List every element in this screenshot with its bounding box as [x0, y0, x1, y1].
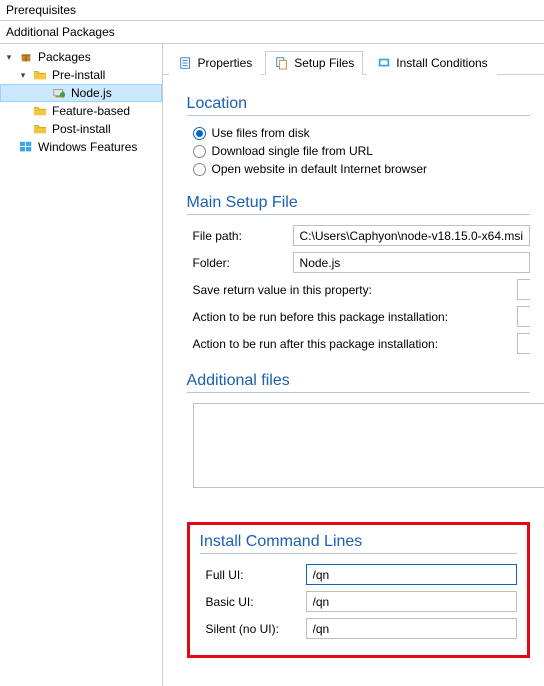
tree-item-pre-install[interactable]: ▾ Pre-install — [0, 66, 162, 84]
section-main-setup: Main Setup File — [187, 194, 530, 215]
additional-files-list[interactable] — [193, 403, 544, 488]
radio-icon — [193, 127, 206, 140]
folder-icon — [32, 121, 48, 137]
tree-item-feature-based[interactable]: Feature-based — [0, 102, 162, 120]
page-title-prerequisites: Prerequisites — [0, 0, 544, 21]
radio-download-url[interactable]: Download single file from URL — [193, 144, 530, 158]
basic-ui-label: Basic UI: — [206, 595, 306, 609]
tree-item-nodejs[interactable]: Node.js — [0, 84, 162, 102]
file-path-label: File path: — [193, 229, 293, 243]
section-additional-files: Additional files — [187, 372, 530, 393]
component-icon — [51, 85, 67, 101]
tab-label: Install Conditions — [396, 56, 487, 70]
before-action-input[interactable] — [517, 306, 530, 327]
page-title-additional-packages: Additional Packages — [0, 21, 544, 44]
radio-label: Open website in default Internet browser — [212, 162, 427, 176]
radio-label: Use files from disk — [212, 126, 310, 140]
tab-install-conditions[interactable]: Install Conditions — [367, 51, 496, 75]
folder-label: Folder: — [193, 256, 293, 270]
radio-use-files-disk[interactable]: Use files from disk — [193, 126, 530, 140]
silent-ui-input[interactable] — [306, 618, 517, 639]
folder-icon — [32, 103, 48, 119]
full-ui-label: Full UI: — [206, 568, 306, 582]
silent-ui-label: Silent (no UI): — [206, 622, 306, 636]
radio-icon — [193, 145, 206, 158]
setup-files-icon — [274, 55, 290, 71]
basic-ui-input[interactable] — [306, 591, 517, 612]
tree-label: Node.js — [71, 86, 112, 100]
full-ui-input[interactable] — [306, 564, 517, 585]
file-path-input[interactable]: C:\Users\Caphyon\node-v18.15.0-x64.msi — [293, 225, 530, 246]
folder-input[interactable]: Node.js — [293, 252, 530, 273]
before-action-label: Action to be run before this package ins… — [193, 310, 463, 324]
tree-pane: ▾ Packages ▾ Pre-install — [0, 44, 163, 686]
package-icon — [18, 49, 34, 65]
tree-item-packages[interactable]: ▾ Packages — [0, 48, 162, 66]
install-conditions-icon — [376, 55, 392, 71]
tab-bar: Properties Setup Files Install Condition… — [163, 44, 544, 75]
after-action-label: Action to be run after this package inst… — [193, 337, 463, 351]
caret-down-icon: ▾ — [18, 70, 28, 81]
tree-item-windows-features[interactable]: Windows Features — [0, 138, 162, 156]
tree-label: Pre-install — [52, 68, 105, 82]
section-location: Location — [187, 95, 530, 116]
after-action-input[interactable] — [517, 333, 530, 354]
tab-setup-files[interactable]: Setup Files — [265, 51, 363, 75]
save-return-input[interactable] — [517, 279, 530, 300]
tree-label: Windows Features — [38, 140, 137, 154]
tree-label: Post-install — [52, 122, 111, 136]
save-return-label: Save return value in this property: — [193, 283, 403, 297]
tab-label: Properties — [198, 56, 253, 70]
section-install-cmd: Install Command Lines — [200, 533, 517, 554]
tree-item-post-install[interactable]: Post-install — [0, 120, 162, 138]
folder-icon — [32, 67, 48, 83]
radio-icon — [193, 163, 206, 176]
radio-open-browser[interactable]: Open website in default Internet browser — [193, 162, 530, 176]
caret-down-icon: ▾ — [4, 52, 14, 63]
tree-label: Feature-based — [52, 104, 130, 118]
tab-properties[interactable]: Properties — [169, 51, 262, 75]
radio-label: Download single file from URL — [212, 144, 373, 158]
properties-icon — [178, 55, 194, 71]
tab-label: Setup Files — [294, 56, 354, 70]
windows-icon — [18, 139, 34, 155]
tree-label: Packages — [38, 50, 91, 64]
install-cmd-highlight: Install Command Lines Full UI: Basic UI:… — [187, 522, 530, 658]
